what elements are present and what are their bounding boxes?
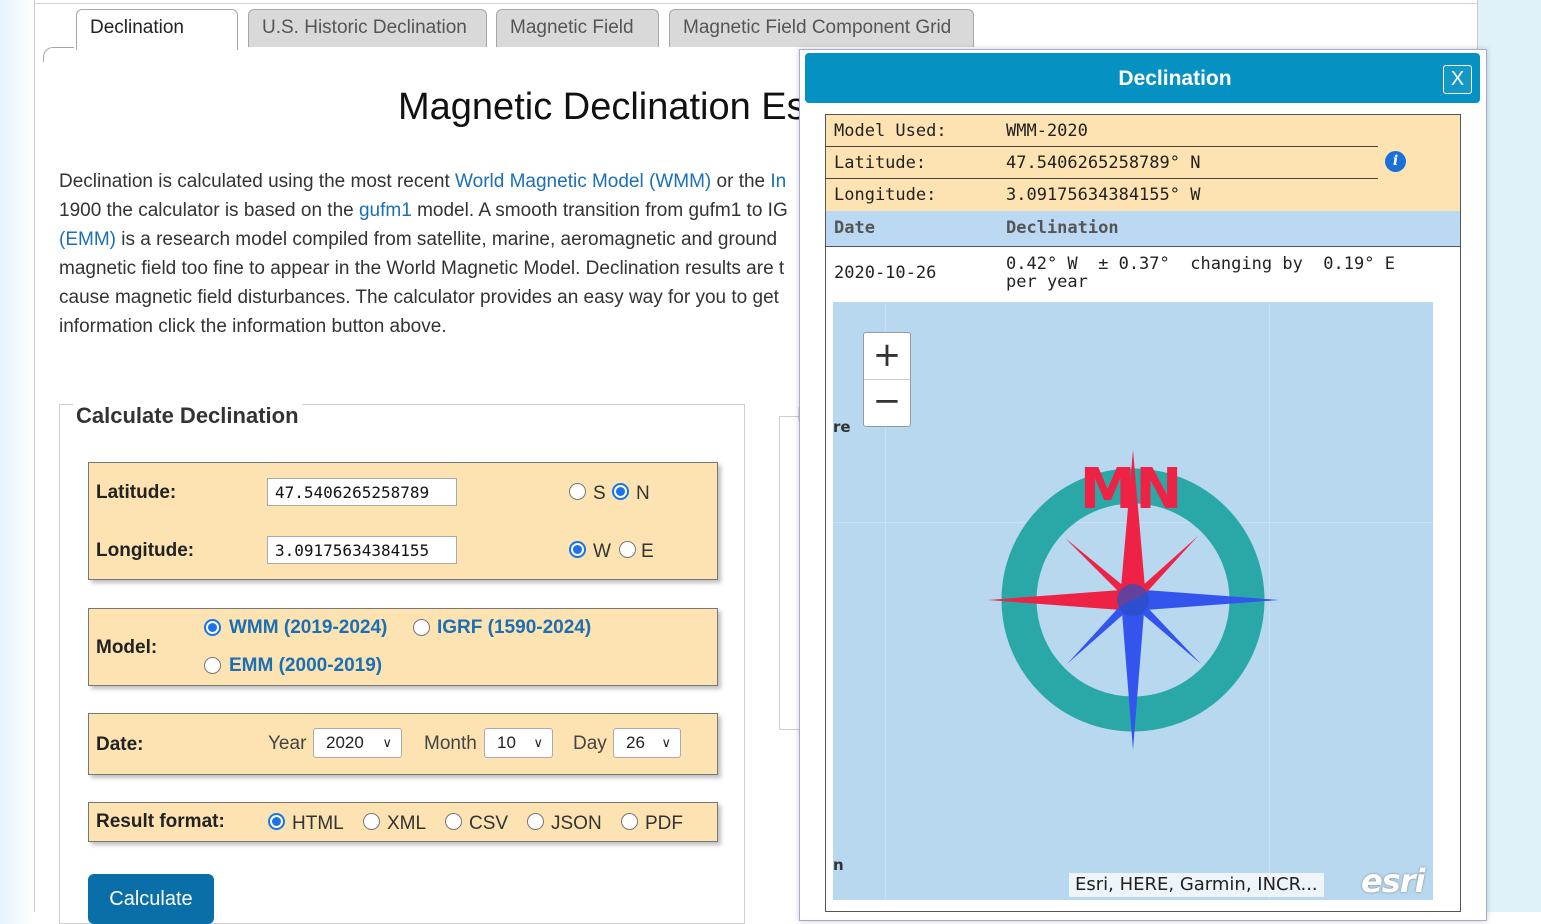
dialog-header[interactable]: Declination X [805, 53, 1480, 103]
result-header-row: Date Declination [826, 211, 1460, 247]
longitude-west-radio[interactable] [569, 541, 586, 558]
model-emm-label[interactable]: EMM (2000-2019) [229, 655, 382, 677]
model-used-row: Model Used: WMM-2020 [826, 115, 1460, 147]
latitude-south-radio[interactable] [569, 483, 586, 500]
compass-mn-label: MN [1080, 457, 1183, 522]
result-format-label: Result format: [96, 811, 225, 832]
emm-link[interactable]: (EMM) [59, 229, 116, 250]
date-column-header: Date [834, 218, 875, 238]
tab-us-historic-declination[interactable]: U.S. Historic Declination [248, 9, 487, 47]
format-pdf-radio[interactable] [621, 813, 638, 830]
latitude-south-label: S [593, 483, 606, 504]
map-place-label: n [833, 856, 844, 874]
model-box [88, 608, 718, 686]
model-igrf-label[interactable]: IGRF (1590-2024) [437, 617, 591, 639]
latitude-key: Latitude: [834, 153, 927, 173]
latitude-input[interactable]: 47.5406265258789 [267, 478, 457, 506]
top-divider [35, 3, 1477, 4]
map-zoom-control: + − [863, 332, 911, 427]
chevron-down-icon: ∨ [533, 735, 543, 750]
zoom-out-button[interactable]: − [864, 379, 910, 425]
intro-text: is a research model compiled from satell… [115, 229, 778, 250]
intro-text: Declination is calculated using the most… [59, 171, 456, 192]
format-json-label: JSON [551, 813, 602, 834]
longitude-west-label: W [593, 541, 611, 562]
model-used-key: Model Used: [834, 121, 947, 141]
longitude-east-radio[interactable] [619, 541, 636, 558]
model-wmm-radio[interactable] [204, 619, 221, 636]
page-title: Magnetic Declination Es [398, 86, 806, 128]
esri-logo: esri [1361, 862, 1425, 900]
calculate-declination-legend: Calculate Declination [73, 403, 302, 429]
latitude-value: 47.5406265258789° N [1006, 153, 1201, 173]
map-attribution[interactable]: Esri, HERE, Garmin, INCR... [1069, 873, 1324, 897]
tab-bar-edge [43, 47, 74, 62]
format-csv-radio[interactable] [445, 813, 462, 830]
month-value: 10 [497, 733, 516, 752]
model-wmm-label[interactable]: WMM (2019-2024) [229, 617, 387, 639]
tab-magnetic-field-component-grid[interactable]: Magnetic Field Component Grid [669, 9, 974, 47]
format-html-label: HTML [292, 813, 344, 834]
format-html-radio[interactable] [268, 813, 285, 830]
intro-text: cause magnetic field disturbances. The c… [59, 287, 779, 308]
month-label: Month [424, 733, 477, 754]
intro-text: 1900 the calculator is based on the [59, 200, 359, 221]
longitude-row: Longitude: 3.09175634384155° W [826, 179, 1460, 211]
year-select[interactable]: 2020 ∨ [313, 728, 402, 758]
dialog-close-button[interactable]: X [1443, 65, 1472, 94]
latitude-label: Latitude: [96, 482, 177, 503]
zoom-in-button[interactable]: + [864, 333, 910, 379]
compass-rose-icon: MN [988, 450, 1279, 750]
format-pdf-label: PDF [645, 813, 683, 834]
year-label: Year [268, 733, 307, 754]
model-used-value: WMM-2020 [1006, 121, 1088, 141]
igrf-link[interactable]: In [770, 171, 786, 192]
format-json-radio[interactable] [527, 813, 544, 830]
date-label: Date: [96, 734, 144, 755]
latitude-row: Latitude: 47.5406265258789° N [826, 147, 1460, 179]
intro-text: model. A smooth transition from gufm1 to… [411, 200, 788, 221]
dialog-title: Declination [1118, 67, 1232, 90]
map-place-label: re [833, 418, 851, 436]
format-xml-radio[interactable] [363, 813, 380, 830]
intro-paragraph: Declination is calculated using the most… [59, 167, 801, 347]
day-select[interactable]: 26 ∨ [613, 728, 681, 758]
latitude-north-radio[interactable] [612, 483, 629, 500]
calculate-button[interactable]: Calculate [88, 874, 214, 924]
info-icon[interactable]: i [1385, 151, 1406, 172]
result-declination: 0.42° W ± 0.37° changing by 0.19° E per … [1006, 255, 1436, 291]
format-xml-label: XML [387, 813, 427, 834]
model-label: Model: [96, 637, 158, 658]
tab-magnetic-field[interactable]: Magnetic Field [496, 9, 659, 47]
chevron-down-icon: ∨ [661, 735, 671, 750]
result-date: 2020-10-26 [834, 263, 937, 283]
model-emm-radio[interactable] [204, 657, 221, 674]
model-igrf-radio[interactable] [413, 619, 430, 636]
day-label: Day [573, 733, 607, 754]
format-csv-label: CSV [469, 813, 509, 834]
intro-text: magnetic field too fine to appear in the… [59, 258, 785, 279]
declination-map[interactable]: re n + − MN Esri, HERE, Garmin, INCR... … [833, 302, 1433, 900]
chevron-down-icon: ∨ [382, 735, 392, 750]
longitude-east-label: E [641, 541, 654, 562]
month-select[interactable]: 10 ∨ [484, 728, 553, 758]
wmm-link[interactable]: World Magnetic Model (WMM) [455, 171, 711, 192]
latitude-north-label: N [636, 483, 650, 504]
gufm1-link[interactable]: gufm1 [359, 200, 412, 221]
declination-column-header: Declination [1006, 218, 1119, 238]
longitude-key: Longitude: [834, 185, 937, 205]
longitude-input[interactable]: 3.09175634384155 [267, 536, 457, 564]
compass-center [1117, 584, 1149, 616]
year-value: 2020 [326, 733, 364, 752]
result-declination-line2: per year [1006, 272, 1088, 292]
day-value: 26 [626, 733, 645, 752]
intro-text: or the [711, 171, 771, 192]
tab-declination[interactable]: Declination [76, 9, 238, 50]
intro-text: information click the information button… [59, 316, 447, 337]
result-declination-line1: 0.42° W ± 0.37° changing by 0.19° E [1006, 254, 1395, 274]
longitude-label: Longitude: [96, 540, 195, 561]
longitude-value: 3.09175634384155° W [1006, 185, 1201, 205]
